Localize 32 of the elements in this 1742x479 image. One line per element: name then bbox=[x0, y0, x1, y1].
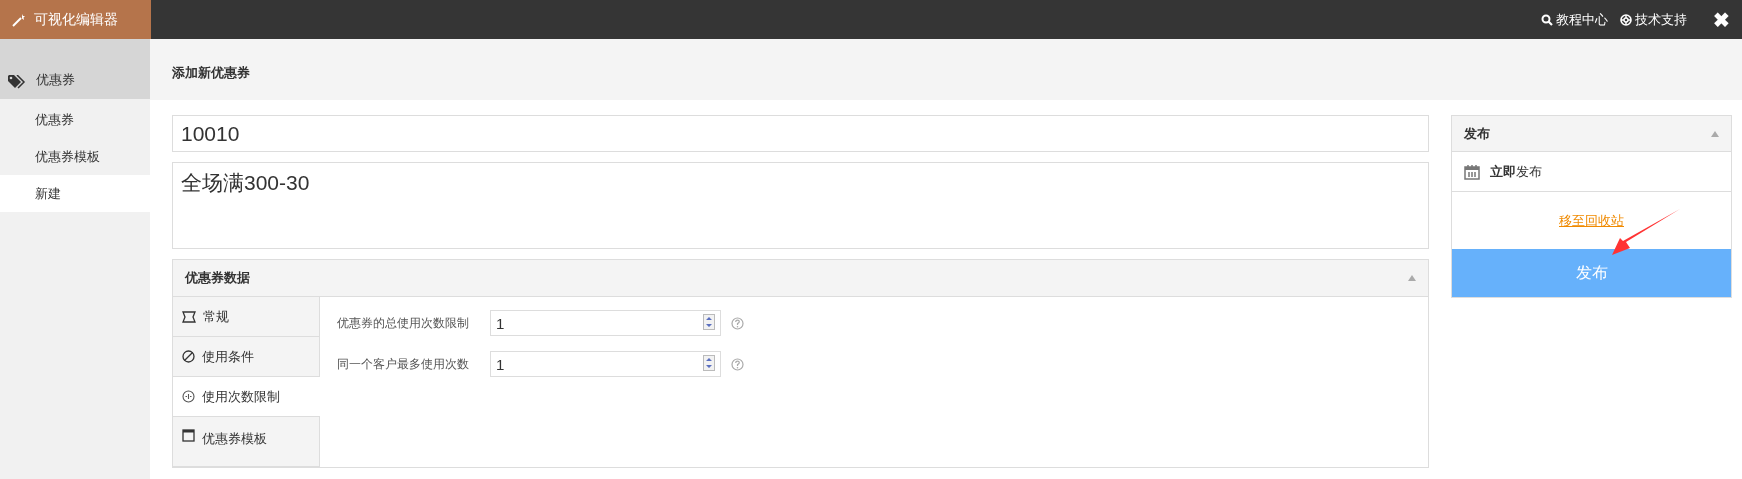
sidebar-item[interactable]: 新建 bbox=[0, 175, 150, 212]
window-icon bbox=[182, 429, 195, 442]
field-label: 同一个客户最多使用次数 bbox=[337, 356, 470, 373]
lifebuoy-icon bbox=[1620, 13, 1632, 26]
collapse-toggle-icon[interactable] bbox=[1711, 130, 1719, 137]
tag-icon bbox=[8, 75, 26, 89]
spinner-icon[interactable] bbox=[703, 355, 715, 371]
ticket-icon bbox=[182, 310, 196, 323]
description-text-area[interactable]: 全场满300-30 bbox=[172, 162, 1429, 249]
calendar-icon bbox=[1464, 163, 1480, 180]
help-icon[interactable] bbox=[731, 357, 744, 371]
panel-title: 发布 bbox=[1464, 124, 1490, 143]
limit-icon bbox=[182, 390, 195, 403]
collapse-toggle-icon[interactable] bbox=[1408, 275, 1416, 281]
field-label: 优惠券的总使用次数限制 bbox=[337, 315, 470, 332]
number-input-field[interactable]: 1 bbox=[490, 351, 721, 377]
spinner-icon[interactable] bbox=[703, 314, 715, 330]
prohibited-icon bbox=[182, 350, 195, 363]
top-link[interactable]: 教程中心 bbox=[1541, 9, 1608, 30]
tab[interactable]: 使用次数限制 bbox=[173, 377, 320, 417]
code-input-field[interactable]: 10010 bbox=[172, 115, 1429, 152]
app-title: 可视化编辑器 bbox=[34, 10, 118, 29]
number-input-field[interactable]: 1 bbox=[490, 310, 721, 336]
sidebar-section-title[interactable]: 优惠券 bbox=[36, 69, 75, 89]
magic-wand-icon bbox=[12, 12, 26, 27]
help-icon[interactable] bbox=[731, 316, 744, 330]
top-link[interactable]: 技术支持 bbox=[1620, 9, 1687, 30]
search-icon bbox=[1541, 13, 1553, 26]
close-button[interactable]: ✖ bbox=[1713, 9, 1730, 30]
panel-title: 优惠券数据 bbox=[185, 269, 250, 288]
page-title: 添加新优惠券 bbox=[172, 63, 250, 82]
publish-schedule: 立即发布 bbox=[1490, 162, 1542, 181]
